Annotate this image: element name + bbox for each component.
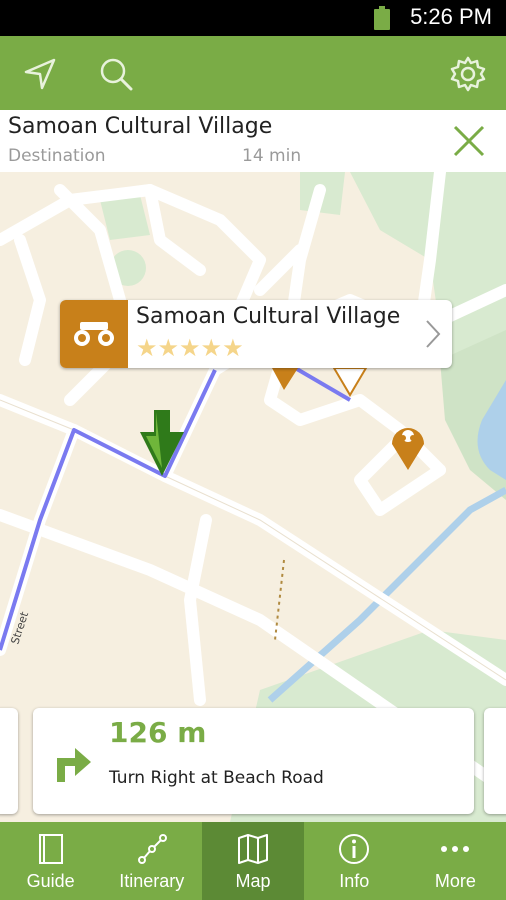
route-icon [137, 834, 167, 864]
tab-label: More [434, 871, 476, 891]
destination-label: Destination [8, 146, 106, 166]
top-toolbar [0, 36, 506, 110]
poi-name: Samoan Cultural Village [136, 304, 401, 329]
binoculars-icon [74, 322, 114, 346]
tab-info[interactable]: Info [304, 822, 405, 900]
destination-bar[interactable]: Samoan Cultural Village Destination 14 m… [0, 110, 506, 172]
turn-instruction: Turn Right at Beach Road [109, 768, 324, 788]
poi-card[interactable]: Samoan Cultural Village ★★★★★ [60, 300, 452, 368]
close-icon[interactable] [450, 122, 488, 160]
rating-stars: ★★★★★ [136, 334, 244, 362]
next-instruction-card[interactable] [484, 708, 506, 814]
book-icon [38, 834, 63, 864]
tab-label: Itinerary [119, 871, 185, 891]
more-icon [441, 846, 470, 852]
search-icon[interactable] [96, 54, 136, 94]
battery-icon [374, 6, 390, 30]
tab-map[interactable]: Map [202, 822, 304, 900]
turn-right-icon [57, 748, 91, 782]
tab-label: Map [235, 871, 271, 891]
map-icon [238, 834, 268, 864]
tab-label: Info [339, 871, 370, 891]
destination-name: Samoan Cultural Village [8, 114, 273, 139]
poi-icon-box [60, 300, 128, 368]
status-time: 5:26 PM [410, 4, 492, 29]
bottom-tab-bar: Guide Itinerary Map Info More [0, 822, 506, 900]
tab-itinerary[interactable]: Itinerary [101, 822, 202, 900]
tab-guide[interactable]: Guide [0, 822, 101, 900]
status-bar: 5:26 PM [0, 0, 506, 36]
tab-label: Guide [26, 871, 75, 891]
navigation-card[interactable]: 126 m Turn Right at Beach Road [33, 708, 474, 814]
gear-icon[interactable] [448, 54, 488, 94]
info-icon [339, 834, 370, 864]
tab-more[interactable]: More [405, 822, 506, 900]
destination-eta: 14 min [242, 146, 302, 166]
turn-distance: 126 m [109, 716, 207, 749]
navigate-icon[interactable] [20, 54, 60, 94]
chevron-right-icon[interactable] [424, 318, 442, 350]
previous-instruction-card[interactable] [0, 708, 18, 814]
